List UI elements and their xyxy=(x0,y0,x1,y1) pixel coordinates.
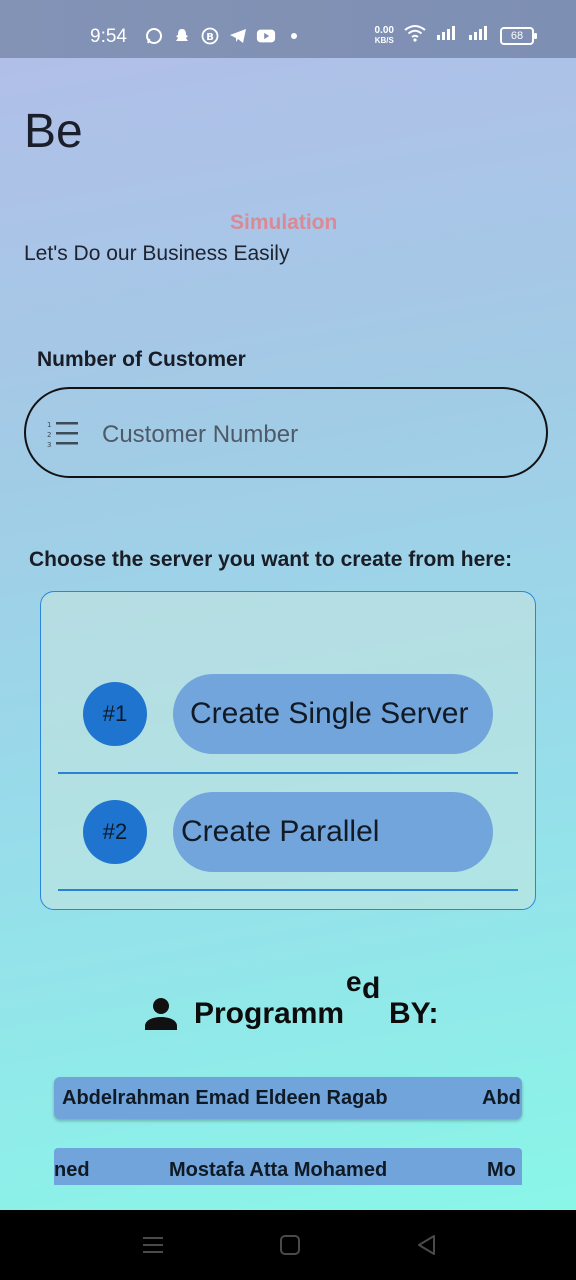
choose-server-label: Choose the server you want to create fro… xyxy=(29,548,513,571)
status-time: 9:54 xyxy=(90,26,127,47)
customer-number-input[interactable] xyxy=(100,414,524,456)
net-speed: 0.00 KB/S xyxy=(374,24,394,46)
signal-icon-2 xyxy=(468,25,490,46)
telegram-icon xyxy=(228,27,248,45)
credit-name: ned xyxy=(54,1159,90,1181)
by-label: BY: xyxy=(389,997,439,1030)
credits-marquee-1: Abdelrahman Emad Eldeen Ragab Abd xyxy=(54,1077,522,1119)
person-icon xyxy=(143,996,179,1032)
svg-text:2: 2 xyxy=(47,431,51,439)
snapchat-icon xyxy=(172,27,192,45)
server-number-badge: #2 xyxy=(83,800,147,864)
create-single-server-button[interactable]: Create Single Server xyxy=(173,674,493,754)
svg-text:3: 3 xyxy=(47,441,51,449)
credit-name: Abd xyxy=(482,1087,521,1109)
back-icon[interactable] xyxy=(414,1232,440,1258)
status-bar: 9:54 B 0.00 KB/S 68 xyxy=(0,0,576,58)
dot-icon xyxy=(284,27,304,45)
net-speed-unit: KB/S xyxy=(374,35,394,45)
simulation-label: Simulation xyxy=(230,211,338,234)
svg-text:B: B xyxy=(206,32,214,43)
programmed-sup-e: e xyxy=(346,966,362,997)
server-option-row: #1 Create Single Server xyxy=(57,660,519,760)
menu-icon[interactable] xyxy=(140,1232,166,1258)
server-number-badge: #1 xyxy=(83,682,147,746)
youtube-icon xyxy=(256,27,276,45)
programmed-sup-d: d xyxy=(362,972,381,1005)
server-option-row: #2 Create Parallel xyxy=(57,778,519,878)
divider xyxy=(58,889,518,891)
divider xyxy=(58,772,518,774)
create-parallel-button[interactable]: Create Parallel xyxy=(173,792,493,872)
credit-name: Mostafa Atta Mohamed xyxy=(169,1159,388,1181)
net-speed-value: 0.00 xyxy=(374,24,394,36)
programmed-by-heading: Programm e d BY: xyxy=(143,966,463,1036)
app-title: Be xyxy=(24,105,83,158)
programmed-label: Programm xyxy=(194,997,345,1030)
wifi-icon xyxy=(404,24,426,47)
server-options-card: #1 Create Single Server #2 Create Parall… xyxy=(40,591,536,910)
battery-indicator: 68 xyxy=(500,26,537,45)
home-icon[interactable] xyxy=(277,1232,303,1258)
svg-text:1: 1 xyxy=(47,421,51,429)
b-icon: B xyxy=(200,27,220,45)
credit-name: Abdelrahman Emad Eldeen Ragab xyxy=(62,1087,388,1109)
customer-number-field[interactable]: 1 2 3 xyxy=(24,387,548,478)
signal-icon-1 xyxy=(436,25,458,46)
tagline: Let's Do our Business Easily xyxy=(24,242,290,265)
credits-marquee-2: ned Mostafa Atta Mohamed Mo xyxy=(54,1148,522,1185)
credit-name: Mo xyxy=(487,1159,516,1181)
customer-number-label: Number of Customer xyxy=(37,348,246,371)
numbered-list-icon: 1 2 3 xyxy=(46,419,80,449)
system-nav-bar xyxy=(0,1210,576,1280)
whatsapp-icon xyxy=(144,27,164,45)
